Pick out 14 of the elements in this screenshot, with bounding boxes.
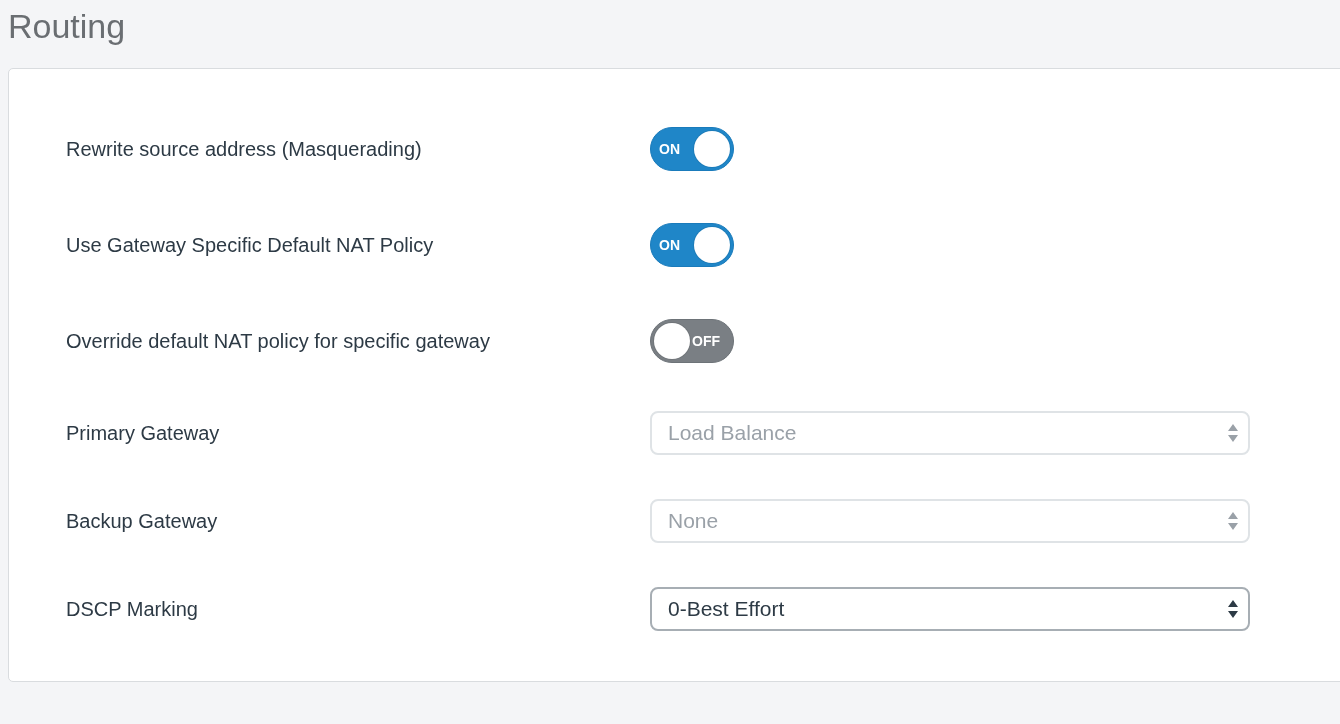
up-down-arrows-icon (1228, 512, 1238, 530)
page-title: Routing (7, 6, 127, 47)
setting-label: Override default NAT policy for specific gateway (66, 329, 491, 353)
toggle-switch[interactable]: ON (650, 127, 734, 171)
setting-label: Primary Gateway (66, 421, 221, 445)
up-down-arrows-icon (1228, 600, 1238, 618)
setting-label: Rewrite source address (Masquerading) (66, 137, 423, 161)
up-down-arrows-icon (1228, 424, 1238, 442)
toggle-switch[interactable]: OFF (650, 319, 734, 363)
setting-label: Backup Gateway (66, 509, 219, 533)
setting-label: DSCP Marking (66, 597, 199, 621)
toggle-switch[interactable]: ON (650, 223, 734, 267)
setting-label: Use Gateway Specific Default NAT Policy (66, 233, 435, 257)
dropdown-field[interactable]: 0-Best Effort (650, 587, 1250, 631)
